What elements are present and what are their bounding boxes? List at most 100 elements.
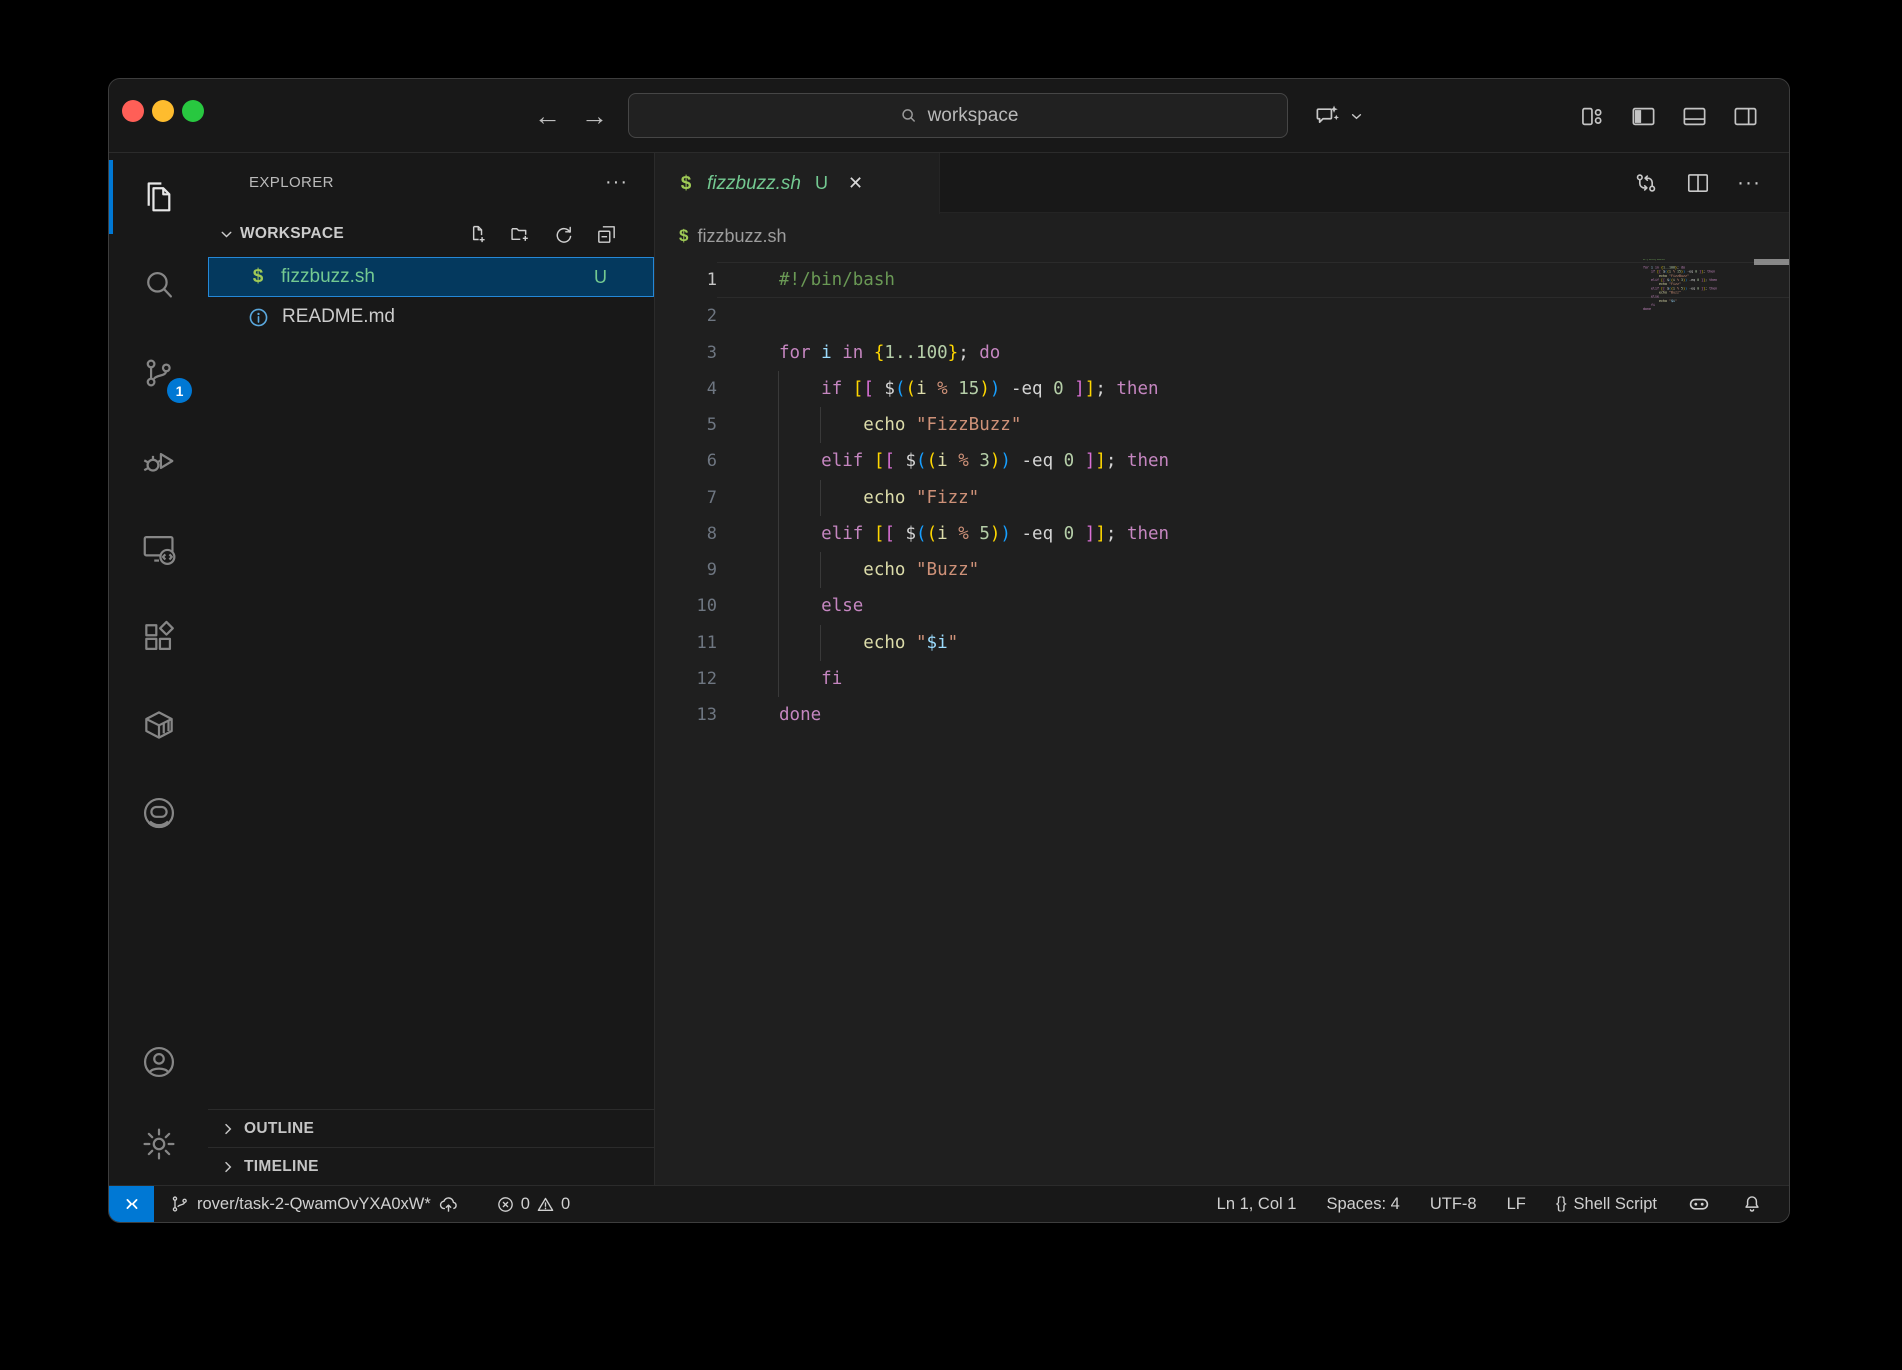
back-icon[interactable]: ← [534, 101, 561, 132]
eol-sequence[interactable]: LF [1507, 1195, 1526, 1214]
git-untracked-badge: U [594, 267, 637, 288]
line-number: 13 [655, 697, 717, 733]
problems-status[interactable]: 0 0 [496, 1195, 570, 1214]
copilot-status-icon[interactable] [1687, 1192, 1711, 1216]
activity-containers[interactable] [109, 681, 208, 769]
tab-bar: $ fizzbuzz.sh U ✕ ··· [655, 153, 1789, 213]
error-icon [496, 1195, 515, 1214]
activity-extensions[interactable] [109, 593, 208, 681]
encoding[interactable]: UTF-8 [1430, 1195, 1477, 1214]
editor-group: $ fizzbuzz.sh U ✕ ··· $ fizzbuzz.sh 1#!/… [655, 153, 1789, 1185]
timeline-section[interactable]: TIMELINE [208, 1147, 654, 1185]
code-line-4[interactable]: 4 if [[ $((i % 15)) -eq 0 ]]; then [655, 371, 1789, 407]
forward-icon[interactable]: → [581, 101, 608, 132]
chevron-down-icon [1348, 108, 1365, 125]
close-tab-icon[interactable]: ✕ [848, 173, 863, 194]
file-row-fizzbuzz[interactable]: $ fizzbuzz.sh U [208, 257, 654, 297]
activity-bar: 1 [109, 153, 208, 1185]
code-line-2[interactable]: 2 [655, 298, 1789, 334]
code-line-9[interactable]: 9 echo "Buzz" [655, 552, 1789, 588]
new-file-icon[interactable] [466, 223, 489, 246]
workspace-section-header[interactable]: WORKSPACE [208, 211, 654, 257]
minimize-window-button[interactable] [152, 100, 174, 122]
code-line-1[interactable]: 1#!/bin/bash [655, 262, 1789, 298]
new-folder-icon[interactable] [509, 223, 532, 246]
activity-source-control[interactable]: 1 [109, 329, 208, 417]
open-changes-icon[interactable] [1633, 170, 1659, 196]
chevron-right-icon [220, 1121, 236, 1137]
line-number: 6 [655, 443, 717, 479]
code-line-13[interactable]: 13done [655, 697, 1789, 733]
activity-explorer[interactable] [109, 153, 208, 241]
code-editor[interactable]: 1#!/bin/bash23for i in {1..100}; do4 if … [655, 259, 1789, 1185]
split-editor-icon[interactable] [1685, 170, 1711, 196]
run-and-debug-icon [140, 442, 178, 480]
code-line-6[interactable]: 6 elif [[ $((i % 3)) -eq 0 ]]; then [655, 443, 1789, 479]
toggle-primary-sidebar-icon[interactable] [1630, 103, 1657, 130]
tab-fizzbuzz[interactable]: $ fizzbuzz.sh U ✕ [655, 153, 940, 214]
refresh-icon[interactable] [552, 223, 575, 246]
code-line-3[interactable]: 3for i in {1..100}; do [655, 335, 1789, 371]
indent-guide [820, 407, 821, 443]
activity-copilot[interactable] [109, 769, 208, 857]
collapse-all-icon[interactable] [595, 223, 618, 246]
copilot-menu[interactable] [1314, 79, 1365, 153]
outline-section[interactable]: OUTLINE [208, 1109, 654, 1147]
workspace-label: WORKSPACE [240, 225, 344, 243]
zoom-window-button[interactable] [182, 100, 204, 122]
activity-accounts[interactable] [109, 1021, 208, 1103]
close-window-button[interactable] [122, 100, 144, 122]
tab-label: fizzbuzz.sh [707, 173, 801, 195]
code-line-8[interactable]: 8 elif [[ $((i % 5)) -eq 0 ]]; then [655, 516, 1789, 552]
activity-settings[interactable] [109, 1103, 208, 1185]
command-center-search[interactable]: workspace [628, 93, 1288, 138]
container-box-icon [140, 706, 178, 744]
line-number: 11 [655, 625, 717, 661]
indent-guide [820, 625, 821, 661]
scm-badge: 1 [167, 378, 192, 403]
activity-remote-explorer[interactable] [109, 505, 208, 593]
cloud-upload-icon [438, 1194, 459, 1215]
minimap[interactable]: #!/bin/bashfor i in {1..100}; do if [[ $… [1643, 259, 1715, 437]
layout-controls [1579, 79, 1759, 153]
breadcrumb-file: fizzbuzz.sh [697, 226, 786, 247]
overview-ruler-marker [1754, 259, 1789, 265]
activity-run-debug[interactable] [109, 417, 208, 505]
search-icon [898, 105, 919, 126]
remote-indicator[interactable] [109, 1186, 154, 1222]
title-bar: ← → workspace [109, 79, 1789, 153]
breadcrumb[interactable]: $ fizzbuzz.sh [655, 213, 1789, 259]
code-line-7[interactable]: 7 echo "Fizz" [655, 480, 1789, 516]
cursor-position[interactable]: Ln 1, Col 1 [1217, 1195, 1297, 1214]
indent-guide [778, 661, 779, 697]
copilot-helmet-icon [140, 794, 178, 832]
activity-search[interactable] [109, 241, 208, 329]
shell-file-icon: $ [247, 266, 269, 288]
bell-icon[interactable] [1741, 1193, 1763, 1215]
code-line-10[interactable]: 10 else [655, 588, 1789, 624]
language-label: Shell Script [1574, 1195, 1657, 1214]
warning-icon [536, 1195, 555, 1214]
toggle-panel-icon[interactable] [1681, 103, 1708, 130]
views-and-more-actions-icon[interactable]: ··· [605, 171, 628, 194]
code-line-11[interactable]: 11 echo "$i" [655, 625, 1789, 661]
line-number: 10 [655, 588, 717, 624]
extensions-icon [140, 618, 178, 656]
toggle-secondary-sidebar-icon[interactable] [1732, 103, 1759, 130]
code-line-5[interactable]: 5 echo "FizzBuzz" [655, 407, 1789, 443]
language-mode[interactable]: {} Shell Script [1556, 1195, 1657, 1214]
customize-layout-icon[interactable] [1579, 103, 1606, 130]
braces-icon: {} [1556, 1195, 1567, 1213]
indent-guide [820, 552, 821, 588]
file-row-readme[interactable]: README.md [208, 297, 654, 337]
branch-status[interactable]: rover/task-2-QwamOvYXA0xW* [170, 1194, 459, 1215]
more-actions-icon[interactable]: ··· [1737, 171, 1761, 195]
branch-name: rover/task-2-QwamOvYXA0xW* [197, 1195, 431, 1214]
code-lines: 1#!/bin/bash23for i in {1..100}; do4 if … [655, 262, 1789, 733]
indent-guide [778, 588, 779, 624]
indent-guide [778, 407, 779, 443]
code-line-12[interactable]: 12 fi [655, 661, 1789, 697]
indentation[interactable]: Spaces: 4 [1326, 1195, 1399, 1214]
error-count: 0 [521, 1195, 530, 1214]
indent-guide [820, 480, 821, 516]
